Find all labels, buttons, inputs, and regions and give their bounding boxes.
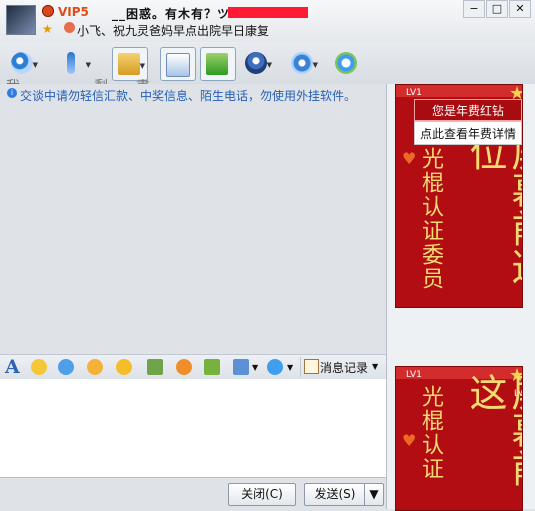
signature-icon bbox=[64, 22, 75, 33]
police-button[interactable]: ▼ bbox=[240, 47, 274, 79]
video-call-icon bbox=[11, 52, 33, 74]
send-bar: 关闭(C) 发送(S) ▼ bbox=[0, 478, 386, 509]
safety-notice-bar: i 交谈中请勿轻信汇款、中奖信息、陌生电话，勿使用外挂软件。 bbox=[0, 84, 386, 103]
annual-detail-button[interactable]: 点此查看年费详情 bbox=[414, 121, 522, 145]
vip-badge[interactable]: VIP5 bbox=[58, 5, 89, 19]
ad-text-2: 屏幕前这位 bbox=[463, 133, 522, 285]
ad-banner-bottom[interactable]: LV1 LV1 ★ ♥ 光棍认证 屏幕前这 bbox=[395, 366, 523, 511]
soso-small-icon[interactable] bbox=[267, 359, 283, 375]
close-button[interactable]: 关闭(C) bbox=[228, 483, 296, 506]
contact-signature: 小飞、祝九灵爸妈早点出院早日康复 bbox=[77, 24, 270, 38]
ad-text-3: 光棍认证 bbox=[418, 385, 443, 481]
add-app-button[interactable] bbox=[200, 47, 236, 81]
contact-avatar[interactable] bbox=[6, 5, 36, 35]
minimize-button[interactable]: − bbox=[463, 0, 485, 18]
soso-icon bbox=[335, 52, 357, 74]
score-icon[interactable] bbox=[204, 359, 220, 375]
settings-icon bbox=[291, 52, 313, 74]
chat-toolbar: ▼ ▼ ▼ ▼ ▼ 我 剩 書 bbox=[0, 42, 535, 95]
ad-panel: LV1 年 ★ ♥ 光棍认证委员 屏幕前这位 您是年费红钻 点此查看年费详情 L… bbox=[386, 84, 535, 511]
picture-icon[interactable] bbox=[147, 359, 163, 375]
send-button[interactable]: 发送(S) bbox=[304, 483, 365, 506]
level-badge: LV1 bbox=[406, 88, 422, 98]
info-icon: i bbox=[7, 88, 17, 98]
message-record-label: 消息记录 bbox=[320, 361, 369, 375]
mail-icon bbox=[166, 53, 190, 77]
send-file-icon bbox=[118, 53, 140, 75]
ad-banner-top[interactable]: LV1 年 ★ ♥ 光棍认证委员 屏幕前这位 您是年费红钻 点此查看年费详情 bbox=[395, 84, 523, 308]
voice-call-icon bbox=[67, 52, 75, 74]
contact-nickname: __困惑。有木有？ツ bbox=[112, 7, 231, 21]
screenshot-menu-caret[interactable]: ▼ bbox=[252, 363, 258, 372]
screenshot-icon[interactable] bbox=[233, 359, 249, 375]
title-bar: VIP5 __困惑。有木有？ツ ★ 小飞、祝九灵爸妈早点出院早日康复 − □ ✕ bbox=[0, 0, 535, 43]
message-input-area[interactable] bbox=[0, 379, 386, 478]
settings-button[interactable]: ▼ bbox=[286, 47, 320, 79]
send-options-button[interactable]: ▼ bbox=[364, 483, 384, 506]
maximize-button[interactable]: □ bbox=[486, 0, 508, 18]
vip-crown-icon bbox=[42, 5, 54, 17]
close-window-button[interactable]: ✕ bbox=[509, 0, 531, 18]
font-icon[interactable]: A bbox=[5, 356, 20, 378]
add-app-icon bbox=[206, 53, 228, 75]
police-icon bbox=[245, 52, 267, 74]
ad-text-1: 光棍认证委员 bbox=[418, 147, 443, 291]
ad-popup: 您是年费红钻 点此查看年费详情 bbox=[414, 99, 522, 147]
chat-history[interactable] bbox=[0, 102, 386, 354]
emoji-icon[interactable] bbox=[31, 359, 47, 375]
redacted-mask bbox=[228, 7, 308, 18]
ad-text-4: 屏幕前这 bbox=[463, 373, 522, 487]
history-icon bbox=[304, 359, 319, 374]
shake-icon[interactable] bbox=[116, 359, 132, 375]
magic-face-icon[interactable] bbox=[58, 359, 74, 375]
message-input[interactable] bbox=[0, 379, 386, 477]
music-icon[interactable] bbox=[176, 359, 192, 375]
emoji-wink-icon[interactable] bbox=[87, 359, 103, 375]
message-record-caret: ▼ bbox=[372, 362, 379, 371]
mail-button[interactable] bbox=[160, 47, 196, 81]
video-call-button[interactable]: ▼ bbox=[6, 47, 40, 79]
edit-toolbar: A ▼ ▼ 消息记录 ▼ bbox=[0, 354, 386, 381]
voice-call-button[interactable]: ▼ bbox=[59, 47, 93, 79]
annual-red-diamond-button[interactable]: 您是年费红钻 bbox=[414, 99, 522, 121]
soso-menu-caret[interactable]: ▼ bbox=[287, 363, 293, 372]
soso-button[interactable] bbox=[330, 47, 364, 79]
star-icon: ★ bbox=[42, 22, 53, 36]
message-record-button[interactable]: 消息记录 ▼ bbox=[300, 357, 383, 377]
level-badge: LV1 bbox=[406, 370, 422, 380]
